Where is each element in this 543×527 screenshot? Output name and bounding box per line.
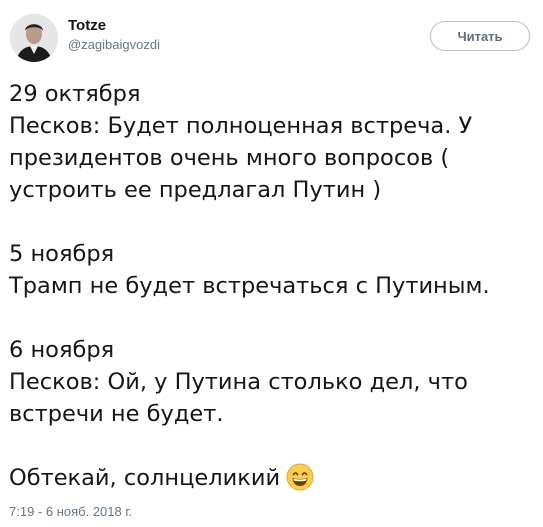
- tweet-last-line: Обтекай, солнцеликий: [9, 462, 534, 500]
- author-names: Totze @zagibaigvozdi: [68, 16, 160, 54]
- tweet-line-text: Обтекай, солнцеликий: [9, 465, 281, 491]
- tweet-line: Трамп не будет встречаться с Путиным.: [9, 273, 490, 299]
- tweet-line: Песков: Будет полноценная встреча. У: [9, 113, 473, 139]
- tweet-card: Totze @zagibaigvozdi Читать 29 октября П…: [0, 0, 543, 527]
- tweet-line: 6 ноября: [9, 337, 115, 363]
- tweet-header: Totze @zagibaigvozdi Читать: [10, 12, 533, 62]
- author-handle[interactable]: @zagibaigvozdi: [68, 36, 160, 54]
- tweet-line: Песков: Ой, у Путина столько дел, что: [9, 369, 468, 395]
- user-avatar-icon: [10, 14, 58, 62]
- avatar[interactable]: [10, 14, 58, 62]
- tweet-line: 29 октября: [9, 81, 141, 107]
- tweet-line: президентов очень много вопросов (: [9, 145, 450, 171]
- grinning-face-emoji-icon: [286, 463, 314, 500]
- tweet-timestamp[interactable]: 7:19 - 6 нояб. 2018 г.: [9, 503, 132, 521]
- follow-button[interactable]: Читать: [430, 21, 530, 51]
- tweet-line: устроить ее предлагал Путин ): [9, 177, 382, 203]
- tweet-line: 5 ноября: [9, 241, 115, 267]
- author-display-name[interactable]: Totze: [68, 16, 160, 35]
- tweet-text: 29 октября Песков: Будет полноценная вст…: [9, 78, 534, 500]
- tweet-line: встречи не будет.: [9, 401, 224, 427]
